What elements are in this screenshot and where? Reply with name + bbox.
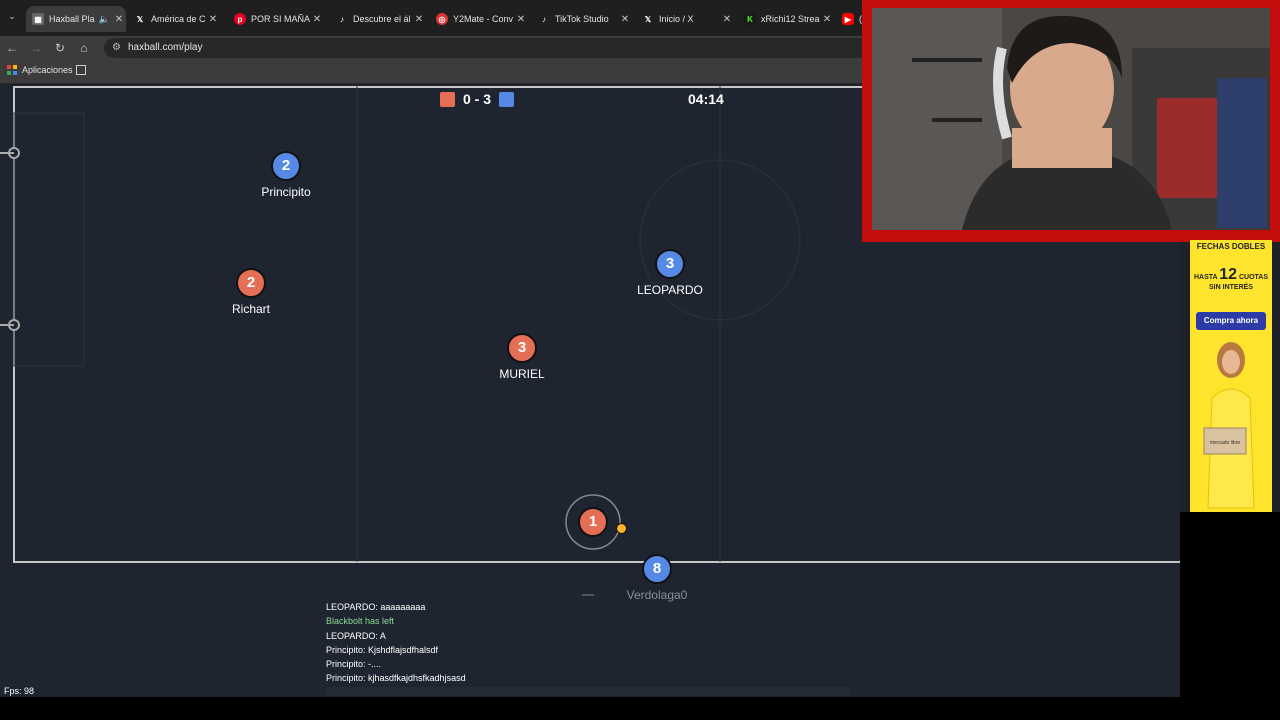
blue-team-square — [499, 91, 515, 107]
youtube-icon: ▶ — [842, 13, 854, 25]
ad-hasta: HASTA — [1193, 274, 1218, 281]
tab-label: TikTok Studio — [555, 14, 609, 24]
ad-buy-button[interactable]: Compra ahora — [1196, 312, 1266, 330]
close-icon[interactable]: ✕ — [720, 14, 734, 25]
chat-message: LEOPARDO: aaaaaaaaa — [326, 602, 426, 612]
tab-label: América de Ca — [151, 14, 206, 24]
tab-label: xRichi12 Strea — [761, 14, 820, 24]
advertisement-banner[interactable]: FECHAS DOBLES HASTA 12 CUOTAS SIN INTERÉ… — [1190, 240, 1272, 512]
site-info-icon[interactable]: ⚙ — [112, 38, 121, 58]
tab-kick[interactable]: K xRichi12 Strea ✕ — [738, 6, 834, 32]
apps-bookmark[interactable]: Aplicaciones — [7, 65, 73, 75]
ad-number: 12 — [1219, 266, 1238, 283]
player-name: LEOPARDO — [637, 283, 703, 297]
tab-label: Haxball Pla — [49, 14, 95, 24]
ad-model-image: mercado libre — [1203, 342, 1255, 509]
webcam-image — [872, 8, 1270, 230]
scoreboard: 0 - 3 — [440, 89, 515, 109]
x-icon: 𝕏 — [644, 14, 652, 24]
webcam-feed — [872, 8, 1270, 230]
tab-label: Inicio / X — [659, 14, 694, 24]
right-margin — [1180, 512, 1280, 720]
chat-log: LEOPARDO: aaaaaaaaa Blackbolt has left L… — [326, 600, 850, 690]
player-disc: 2 — [236, 268, 266, 298]
x-icon: 𝕏 — [136, 14, 144, 24]
close-icon[interactable]: ✕ — [310, 14, 324, 25]
chat-input[interactable] — [326, 687, 850, 696]
player-disc: 8 — [642, 554, 672, 584]
y2mate-icon: ◎ — [436, 13, 448, 25]
close-icon[interactable]: ✕ — [514, 14, 528, 25]
webcam-overlay — [862, 0, 1280, 242]
fps-counter: Fps: 98 — [4, 686, 35, 696]
reload-icon[interactable]: ↻ — [52, 40, 68, 56]
close-icon[interactable]: ✕ — [112, 14, 126, 25]
home-icon[interactable]: ⌂ — [76, 40, 92, 56]
address-bar[interactable]: ⚙ haxball.com/play — [104, 38, 874, 58]
ball — [616, 523, 627, 534]
tab-label: POR SI MAÑA — [251, 14, 310, 24]
player-name: Principito — [261, 185, 311, 199]
chat-message: Principito: -.... — [326, 659, 382, 670]
player-disc: 3 — [507, 333, 537, 363]
tab-tiktok-studio[interactable]: ♪ TikTok Studio ✕ — [532, 6, 632, 32]
player-disc: 3 — [655, 249, 685, 279]
tab-label: Descubre el ál — [353, 14, 411, 24]
ad-offer: HASTA 12 CUOTAS SIN INTERÉS — [1190, 266, 1272, 291]
tab-youtube[interactable]: ▶ (5 — [836, 6, 862, 32]
chat-message: Principito: kjhasdfkajdhsfkadhjsasd — [326, 673, 466, 684]
red-team-square — [440, 91, 455, 107]
tab-y2mate[interactable]: ◎ Y2Mate - Conv ✕ — [430, 6, 528, 32]
close-icon[interactable]: ✕ — [618, 14, 632, 25]
player-disc: 1 — [578, 507, 608, 537]
chat-message: LEOPARDO: A — [326, 630, 386, 641]
tab-pinterest[interactable]: p POR SI MAÑA ✕ — [228, 6, 324, 32]
match-timer: 04:14 — [688, 91, 724, 107]
score-text: 0 - 3 — [463, 91, 492, 107]
back-arrow-icon[interactable]: ← — [4, 40, 20, 56]
player-disc: 2 — [271, 151, 301, 181]
tab-groups-bookmark[interactable] — [76, 65, 86, 75]
tab-haxball[interactable]: ▦ Haxball Pla 🔈 ✕ — [26, 6, 126, 32]
close-icon[interactable]: ✕ — [412, 14, 426, 25]
kick-icon: K — [744, 13, 756, 25]
close-icon[interactable]: ✕ — [206, 14, 220, 25]
tab-x-inicio[interactable]: 𝕏 Inicio / X ✕ — [636, 6, 734, 32]
goal-area — [13, 112, 85, 367]
tiktok-icon: ♪ — [340, 14, 344, 24]
player-name: MURIEL — [499, 367, 545, 381]
ad-brand: mercado libre — [1210, 440, 1241, 446]
chat-notice: Blackbolt has left — [326, 616, 395, 627]
tab-label: Y2Mate - Conv — [453, 14, 514, 24]
chat-message: Principito: Kjshdflajsdfhalsdf — [326, 644, 439, 655]
ad-cuotas: CUOTAS SIN INTERÉS — [1209, 274, 1269, 291]
apps-label: Aplicaciones — [22, 65, 73, 75]
ad-title: FECHAS DOBLES — [1196, 242, 1266, 251]
pinterest-icon: p — [234, 13, 246, 25]
forward-arrow-icon[interactable]: → — [28, 40, 44, 56]
tab-tiktok-descubre[interactable]: ♪ Descubre el ál ✕ — [330, 6, 426, 32]
url-text: haxball.com/play — [128, 42, 203, 53]
speaker-icon[interactable]: 🔈 — [99, 14, 110, 25]
bottom-margin — [0, 697, 1280, 720]
tiktok-icon: ♪ — [542, 14, 546, 24]
tab-america[interactable]: 𝕏 América de Ca ✕ — [128, 6, 220, 32]
apps-icon — [7, 65, 17, 75]
grid-icon — [76, 65, 86, 75]
screen: { "browser": { "tabs": [ {"label": "Haxb… — [0, 0, 1280, 720]
haxball-icon: ▦ — [32, 13, 44, 25]
player-name: Richart — [231, 302, 270, 316]
tab-search-chevron-icon[interactable]: ⌄ — [4, 11, 20, 27]
close-icon[interactable]: ✕ — [820, 14, 834, 25]
